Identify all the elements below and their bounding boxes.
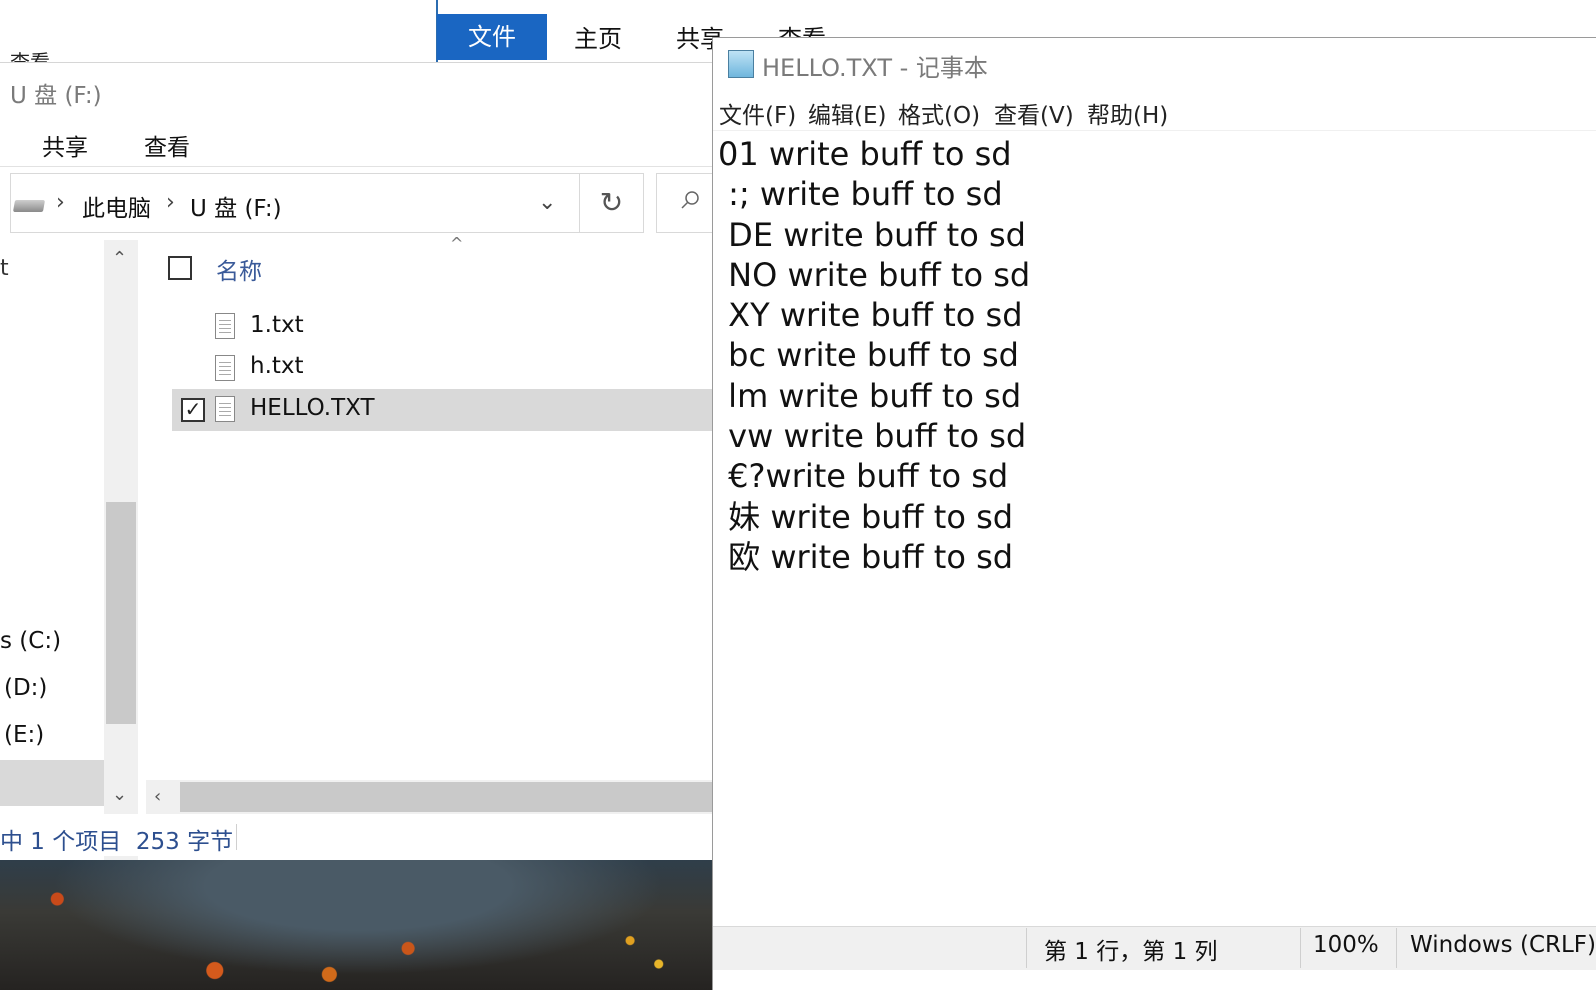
text-file-icon — [215, 313, 235, 339]
line-ending: Windows (CRLF) — [1410, 932, 1596, 958]
chevron-right-icon[interactable]: › — [166, 190, 175, 215]
status-divider — [1300, 928, 1301, 968]
desktop-wallpaper — [0, 860, 716, 990]
drive-icon — [12, 200, 46, 212]
file-name[interactable]: HELLO.TXT — [250, 395, 375, 421]
nav-item-fragment[interactable]: t — [0, 256, 9, 281]
status-divider — [1026, 928, 1027, 968]
scroll-down-icon[interactable]: ⌄ — [112, 784, 127, 805]
menu-help[interactable]: 帮助(H) — [1087, 96, 1168, 130]
notepad-icon — [728, 50, 754, 78]
nav-scrollbar-thumb[interactable] — [106, 502, 136, 724]
select-all-checkbox[interactable] — [168, 256, 192, 280]
scroll-up-icon[interactable]: ⌃ — [112, 248, 127, 269]
refresh-button[interactable]: ↻ — [580, 173, 644, 233]
breadcrumb-this-pc[interactable]: 此电脑 — [82, 189, 151, 223]
notepad-bottom-edge — [713, 970, 1596, 990]
sort-ascending-icon: ^ — [450, 234, 464, 253]
tab-view[interactable]: 查看 — [144, 128, 190, 162]
row-checkbox-checked[interactable]: ✓ — [181, 398, 205, 422]
menu-divider — [713, 130, 1596, 131]
status-divider — [1396, 928, 1397, 968]
status-divider — [236, 824, 237, 850]
notepad-text-area[interactable]: 01 write buff to sd :; write buff to sd … — [718, 134, 1030, 577]
cursor-position: 第 1 行，第 1 列 — [1044, 939, 1218, 965]
menu-edit[interactable]: 编辑(E) — [808, 96, 886, 130]
tab-share[interactable]: 共享 — [42, 128, 88, 162]
nav-item-d-drive[interactable]: (D:) — [4, 675, 47, 701]
status-text: 中 1 个项目 253 字节 — [0, 829, 234, 855]
horizontal-scrollbar-thumb[interactable] — [180, 782, 716, 812]
notepad-title: HELLO.TXT - 记事本 — [762, 54, 988, 82]
ribbon-tab-file[interactable]: 文件 — [437, 14, 547, 60]
text-file-icon — [215, 396, 235, 422]
scroll-left-icon[interactable]: ‹ — [154, 786, 161, 807]
nav-item-selected[interactable] — [0, 760, 104, 806]
menu-format[interactable]: 格式(O) — [898, 96, 980, 130]
chevron-down-icon[interactable]: ⌄ — [538, 190, 556, 215]
ribbon-tab-home[interactable]: 主页 — [574, 14, 622, 60]
file-name[interactable]: h.txt — [250, 353, 304, 379]
nav-item-c-drive[interactable]: s (C:) — [0, 628, 61, 654]
text-file-icon — [215, 355, 235, 381]
file-name[interactable]: 1.txt — [250, 312, 304, 338]
ribbon-divider — [0, 166, 716, 167]
explorer-title: U 盘 (F:) — [10, 83, 102, 109]
breadcrumb-drive[interactable]: U 盘 (F:) — [190, 189, 282, 223]
zoom-level: 100% — [1313, 932, 1379, 958]
column-header-name[interactable]: 名称 — [216, 252, 262, 286]
nav-item-e-drive[interactable]: (E:) — [4, 722, 44, 748]
menu-view[interactable]: 查看(V) — [994, 96, 1074, 130]
menu-file[interactable]: 文件(F) — [719, 96, 796, 130]
search-icon — [681, 191, 699, 209]
chevron-right-icon[interactable]: › — [56, 190, 65, 215]
background-explorer-window — [0, 0, 440, 62]
